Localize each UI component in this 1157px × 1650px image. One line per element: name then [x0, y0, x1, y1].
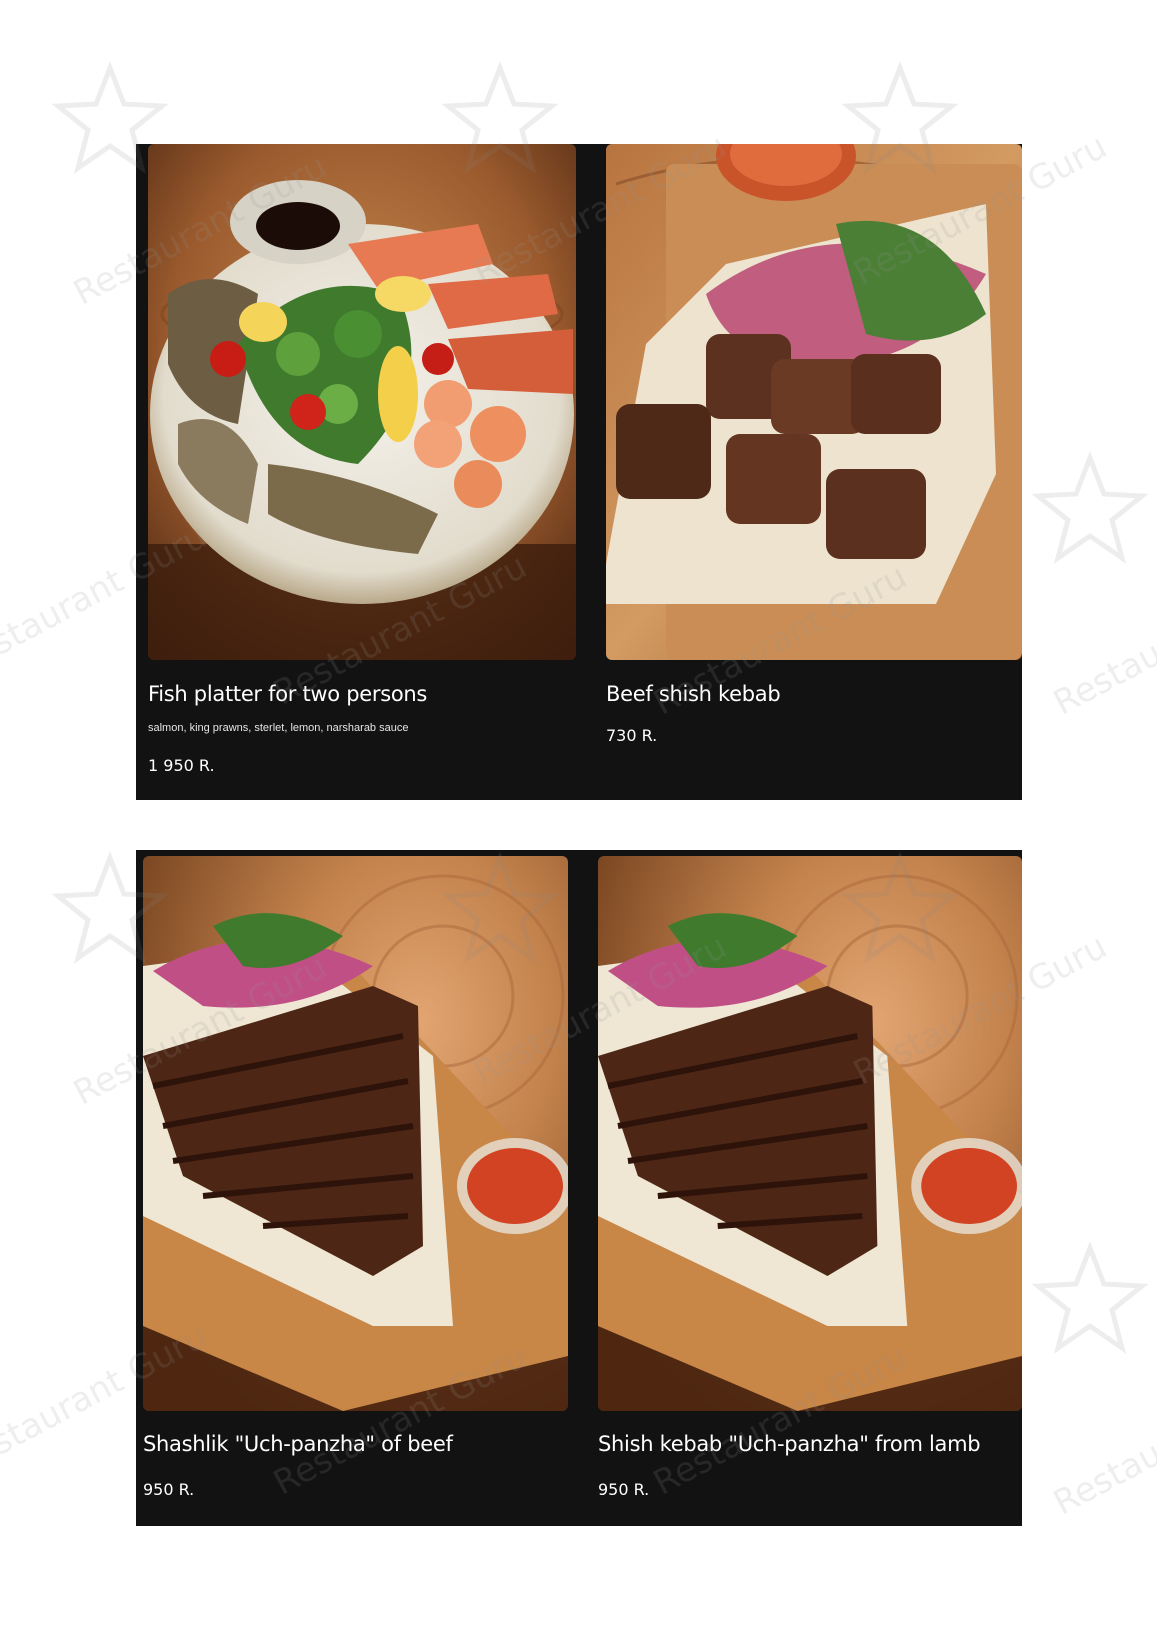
menu-panel-top: Fish platter for two persons salmon, kin… — [136, 144, 1022, 800]
uch-panzha-lamb-photo — [598, 856, 1022, 1411]
dish-price: 730 R. — [606, 726, 658, 745]
watermark-text: Restaurant Guru — [1047, 1357, 1157, 1524]
beef-shish-kebab-photo — [606, 144, 1022, 660]
dish-price: 950 R. — [598, 1480, 650, 1499]
dish-name: Beef shish kebab — [606, 682, 781, 706]
restaurant-guru-logo-icon — [1031, 451, 1149, 564]
menu-panel-bottom: Shashlik "Uch-panzha" of beef 950 R. Shi… — [136, 850, 1022, 1526]
menu-card-uch-panzha-beef[interactable]: Shashlik "Uch-panzha" of beef 950 R. — [136, 850, 568, 1526]
dish-description: salmon, king prawns, sterlet, lemon, nar… — [148, 722, 409, 734]
dish-price: 1 950 R. — [148, 756, 215, 775]
menu-card-fish-platter[interactable]: Fish platter for two persons salmon, kin… — [136, 144, 576, 800]
uch-panzha-beef-photo — [143, 856, 568, 1411]
watermark-text: Restaurant Guru — [1047, 557, 1157, 724]
restaurant-guru-logo-icon — [1031, 1241, 1149, 1354]
dish-name: Shish kebab "Uch-panzha" from lamb — [598, 1432, 981, 1456]
dish-name: Fish platter for two persons — [148, 682, 428, 706]
menu-card-beef-shish-kebab[interactable]: Beef shish kebab 730 R. — [606, 144, 1022, 800]
menu-card-uch-panzha-lamb[interactable]: Shish kebab "Uch-panzha" from lamb 950 R… — [598, 850, 1022, 1526]
dish-price: 950 R. — [143, 1480, 195, 1499]
fish-platter-photo — [148, 144, 576, 660]
dish-name: Shashlik "Uch-panzha" of beef — [143, 1432, 453, 1456]
